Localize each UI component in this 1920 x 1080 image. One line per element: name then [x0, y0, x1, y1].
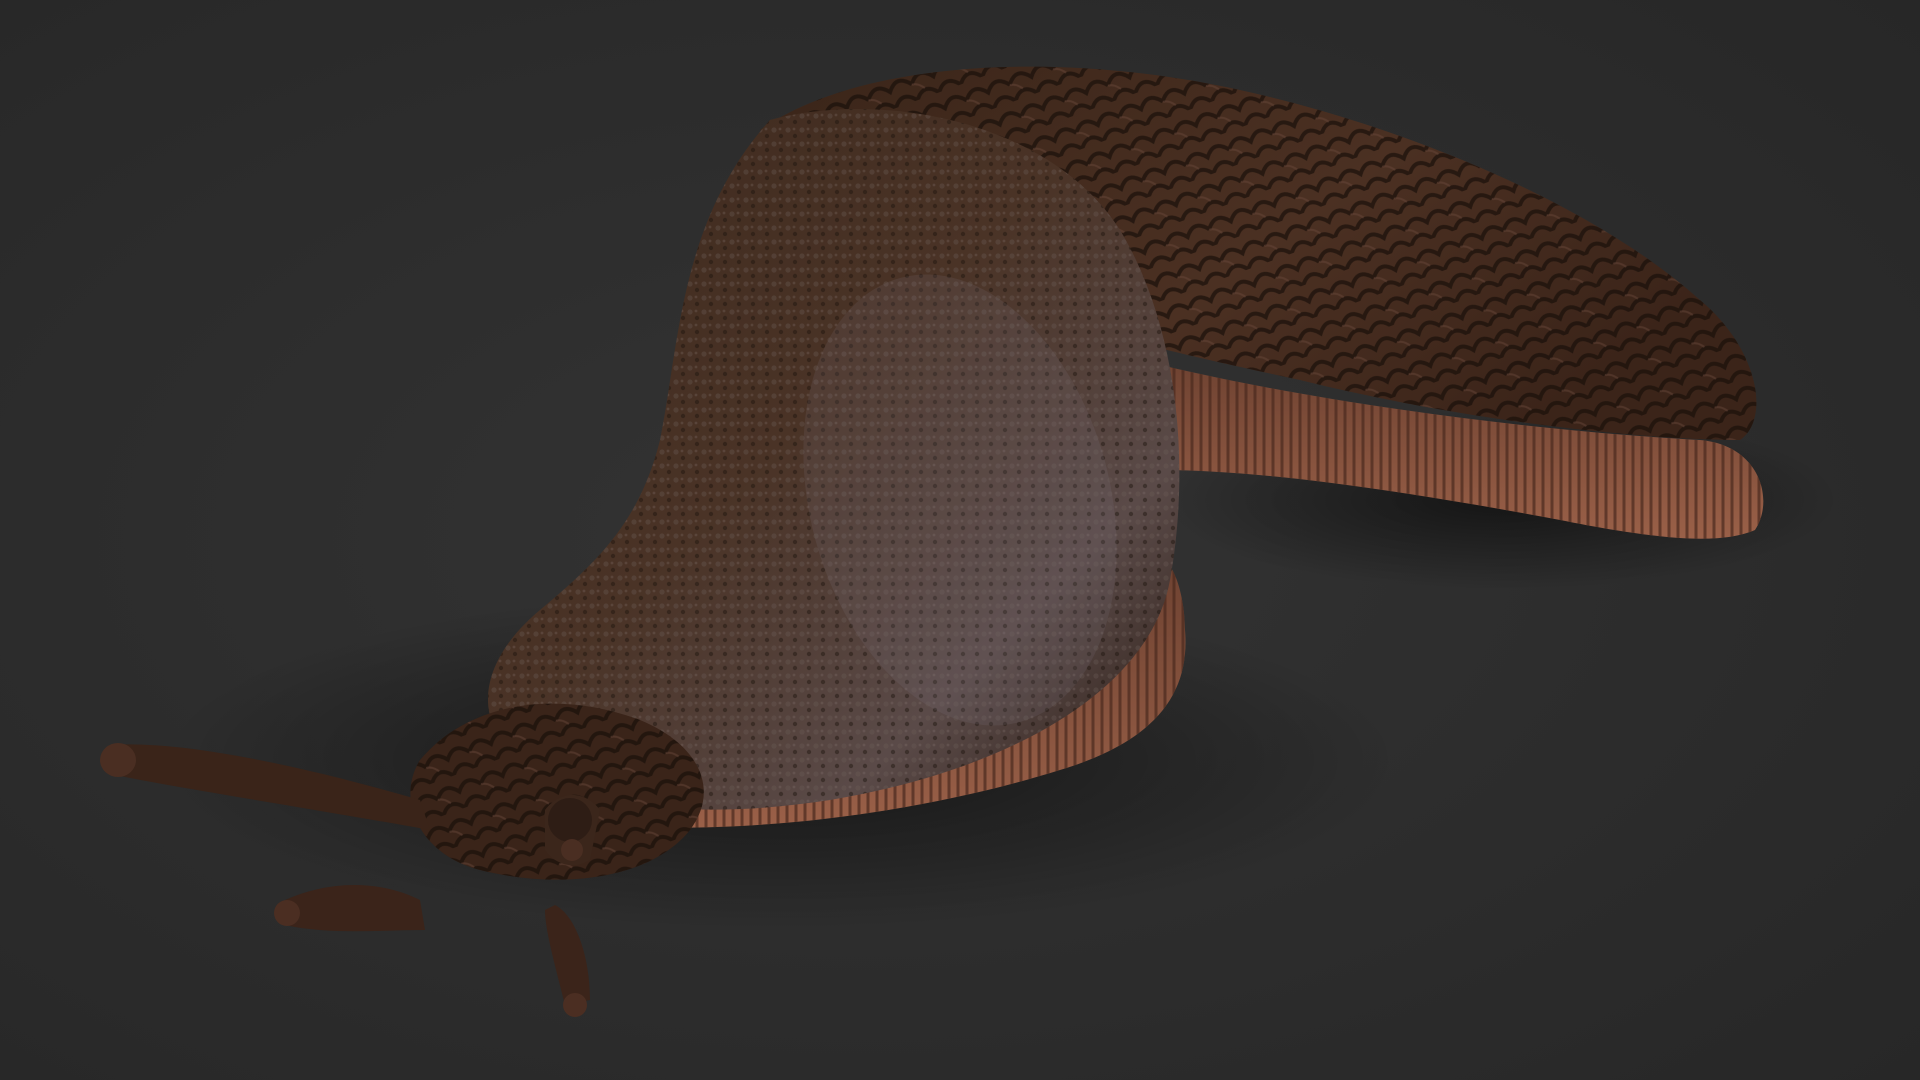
- eye-stalk-tip-left: [100, 743, 136, 777]
- eye-stalk-base-right: [548, 798, 592, 842]
- eye-stalk-tip-right: [561, 839, 583, 861]
- slug-render: [0, 0, 1920, 1080]
- render-viewport: [0, 0, 1920, 1080]
